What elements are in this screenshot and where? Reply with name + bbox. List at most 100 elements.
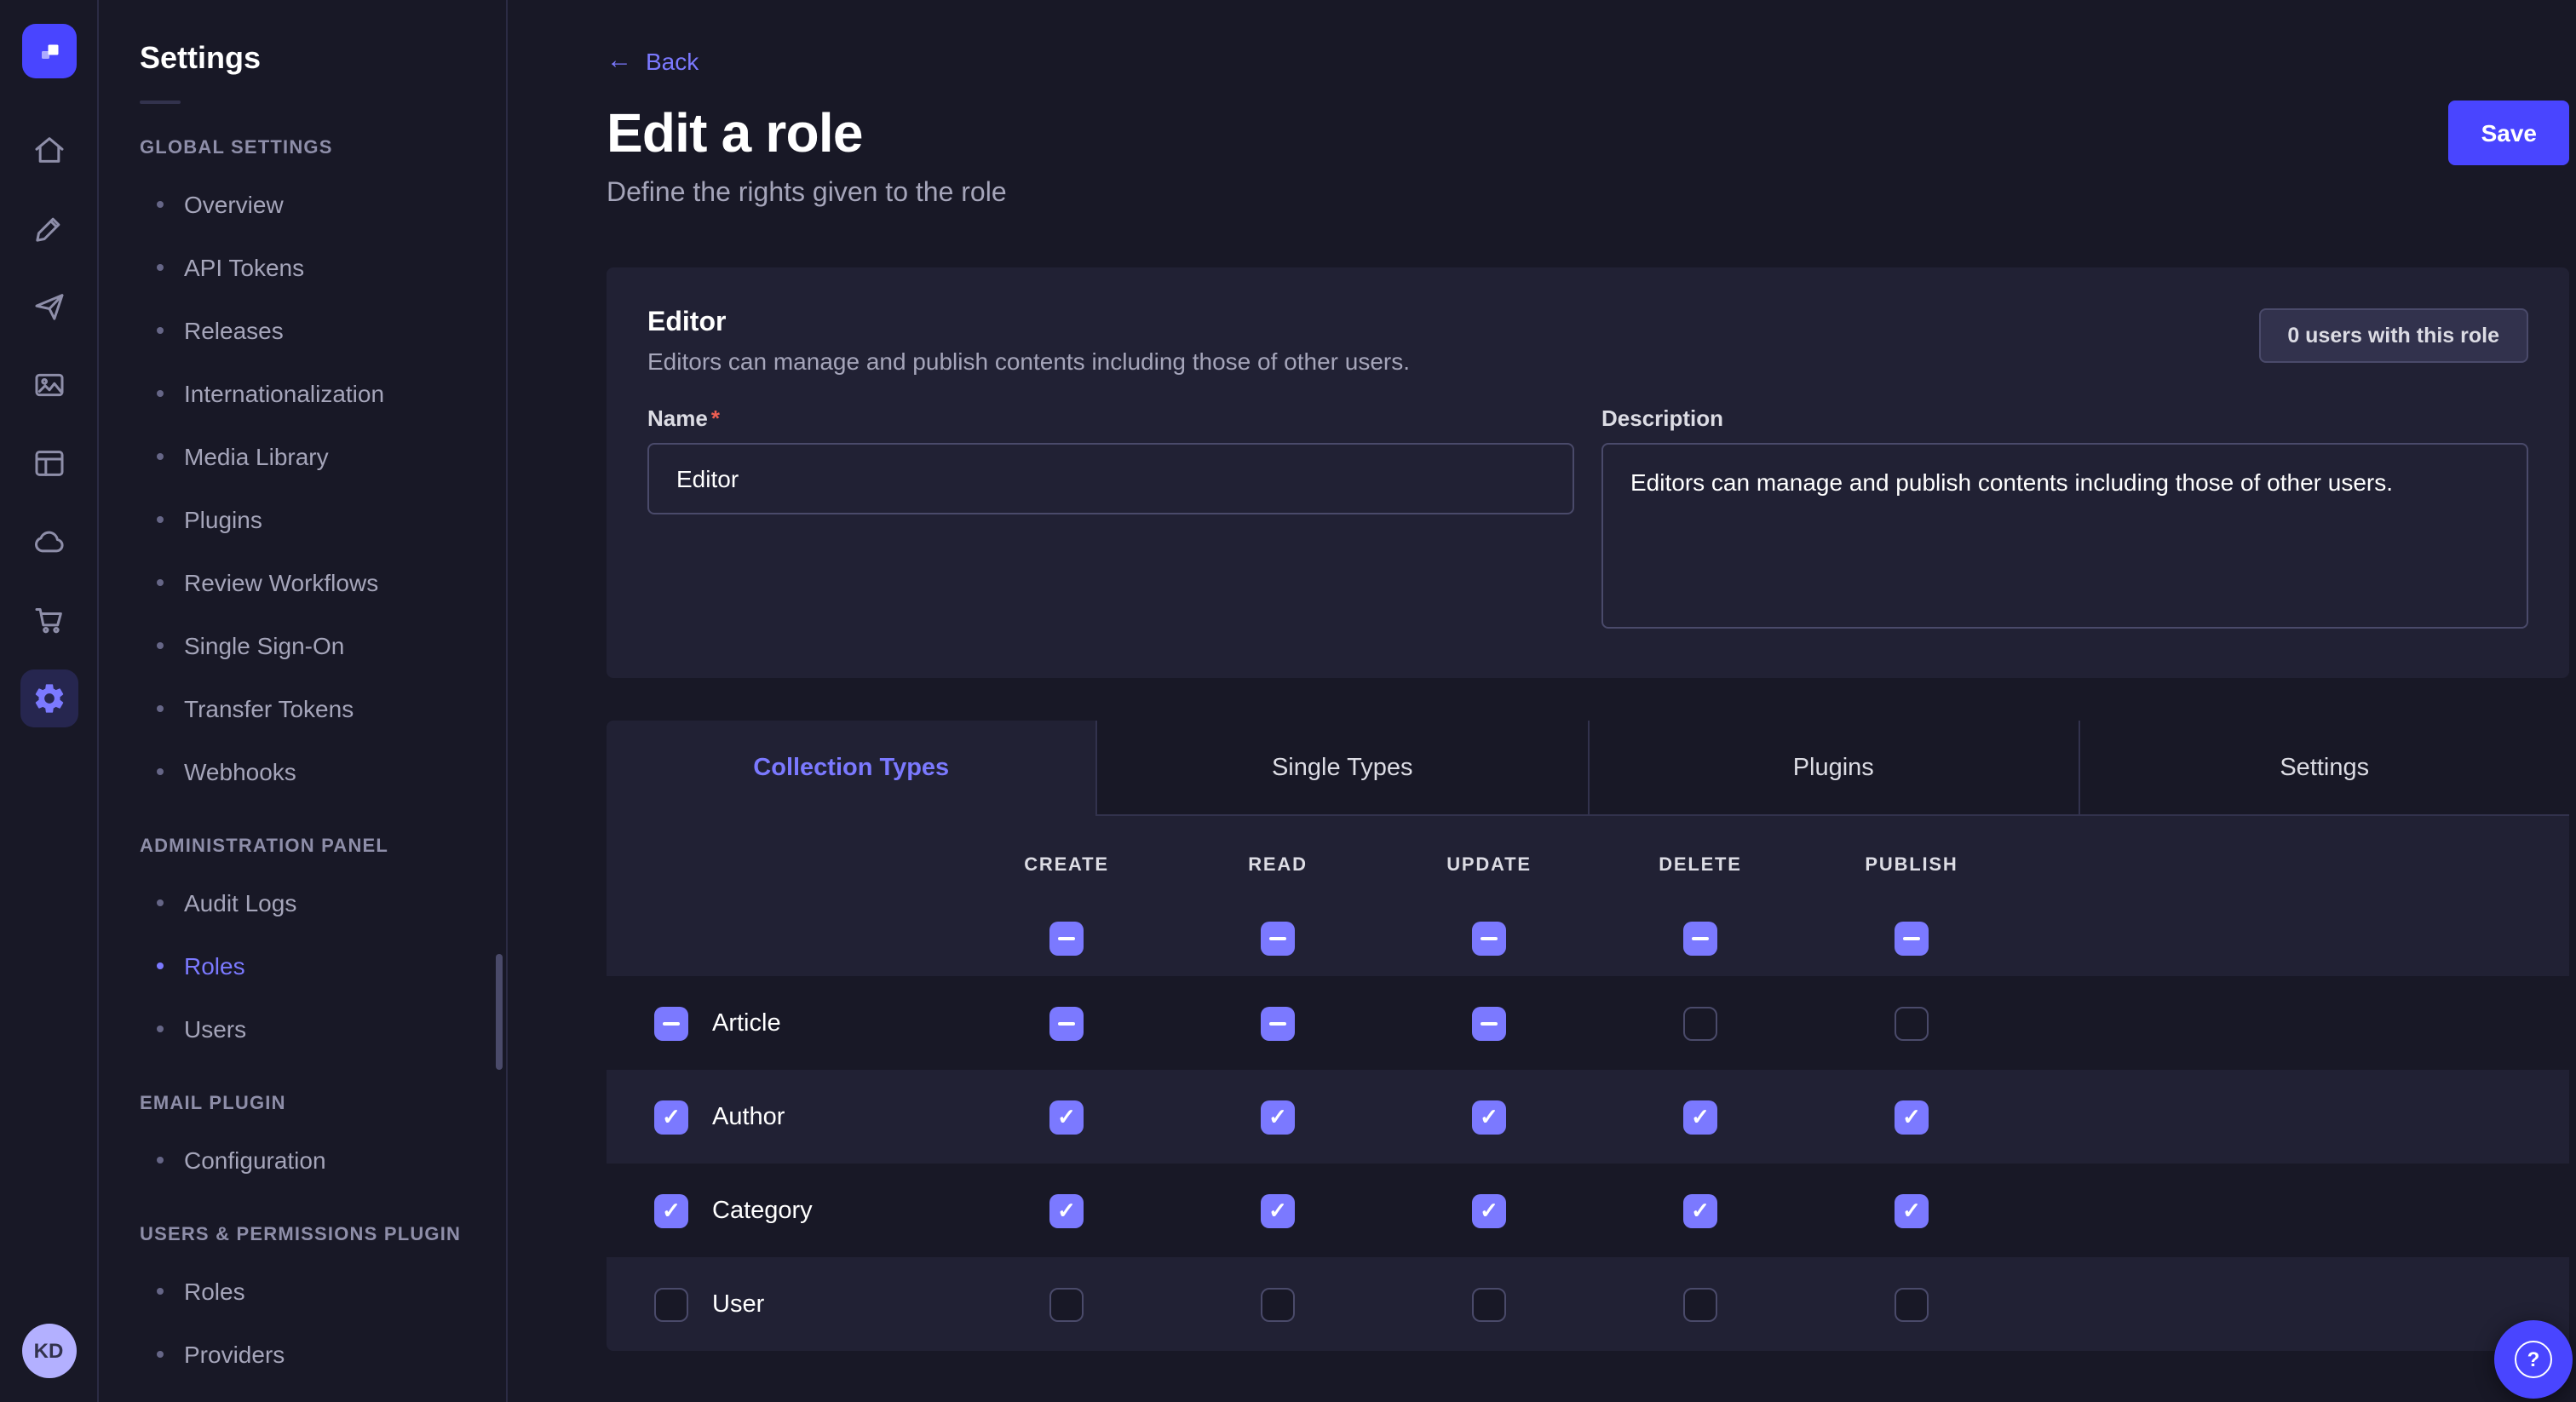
user-publish-checkbox[interactable] bbox=[1895, 1287, 1929, 1321]
sidebar-item-label: Transfer Tokens bbox=[184, 694, 354, 721]
tab-single-types[interactable]: Single Types bbox=[1096, 721, 1588, 816]
sidebar-item-overview[interactable]: Overview bbox=[99, 172, 506, 235]
sidebar-item-single-sign-on[interactable]: Single Sign-On bbox=[99, 613, 506, 676]
name-input[interactable] bbox=[647, 443, 1574, 514]
sidebar-item-plugins[interactable]: Plugins bbox=[99, 487, 506, 550]
user-delete-checkbox[interactable] bbox=[1683, 1287, 1717, 1321]
bullet-dot-icon bbox=[157, 1156, 164, 1163]
sidebar-item-internationalization[interactable]: Internationalization bbox=[99, 361, 506, 424]
home-icon[interactable] bbox=[20, 121, 78, 179]
settings-icon[interactable] bbox=[20, 669, 78, 727]
row-label-cell: Category bbox=[607, 1193, 961, 1227]
sidebar-item-label: Review Workflows bbox=[184, 568, 378, 595]
user-update-checkbox[interactable] bbox=[1472, 1287, 1506, 1321]
sidebar-item-roles[interactable]: Roles bbox=[99, 934, 506, 997]
description-input[interactable]: Editors can manage and publish contents … bbox=[1601, 443, 2528, 629]
column-header-create: CREATE bbox=[961, 855, 1172, 876]
required-asterisk: * bbox=[711, 405, 720, 431]
permissions-rows: ArticleAuthorCategoryUser bbox=[607, 976, 2569, 1351]
sidebar-scrollbar-thumb[interactable] bbox=[496, 954, 503, 1070]
bullet-dot-icon bbox=[157, 641, 164, 648]
row-checkbox-category[interactable] bbox=[654, 1193, 688, 1227]
sidebar-item-label: Releases bbox=[184, 316, 284, 343]
permissions-select-all-row bbox=[607, 901, 2569, 976]
sidebar-item-webhooks[interactable]: Webhooks bbox=[99, 739, 506, 802]
sidebar-item-configuration[interactable]: Configuration bbox=[99, 1128, 506, 1191]
sidebar-item-releases[interactable]: Releases bbox=[99, 298, 506, 361]
bullet-dot-icon bbox=[157, 452, 164, 459]
row-checkbox-article[interactable] bbox=[654, 1006, 688, 1040]
user-create-checkbox[interactable] bbox=[1049, 1287, 1084, 1321]
sidebar-item-api-tokens[interactable]: API Tokens bbox=[99, 235, 506, 298]
permission-cell bbox=[1595, 1193, 1806, 1227]
help-button[interactable]: ? bbox=[2494, 1320, 2573, 1399]
row-checkbox-author[interactable] bbox=[654, 1100, 688, 1134]
permission-cell bbox=[1595, 1006, 1806, 1040]
cloud-icon[interactable] bbox=[20, 513, 78, 571]
user-avatar[interactable]: KD bbox=[21, 1324, 76, 1378]
sidebar-item-providers[interactable]: Providers bbox=[99, 1322, 506, 1385]
permission-cell bbox=[1806, 1193, 2017, 1227]
select-all-create-checkbox[interactable] bbox=[1049, 922, 1084, 956]
back-label: Back bbox=[646, 47, 699, 74]
sidebar-item-transfer-tokens[interactable]: Transfer Tokens bbox=[99, 676, 506, 739]
title-row: Edit a role Save bbox=[607, 101, 2569, 165]
permission-cell bbox=[1172, 1193, 1383, 1227]
content-manager-icon[interactable] bbox=[20, 434, 78, 492]
tab-plugins[interactable]: Plugins bbox=[1587, 721, 2079, 816]
row-checkbox-user[interactable] bbox=[654, 1287, 688, 1321]
role-form: Name* Description Editors can manage and… bbox=[647, 405, 2528, 637]
article-delete-checkbox[interactable] bbox=[1683, 1006, 1717, 1040]
sidebar-item-users[interactable]: Users bbox=[99, 997, 506, 1060]
sidebar-item-label: Overview bbox=[184, 190, 284, 217]
article-publish-checkbox[interactable] bbox=[1895, 1006, 1929, 1040]
category-create-checkbox[interactable] bbox=[1049, 1193, 1084, 1227]
select-all-delete-checkbox[interactable] bbox=[1683, 922, 1717, 956]
category-delete-checkbox[interactable] bbox=[1683, 1193, 1717, 1227]
sidebar-item-audit-logs[interactable]: Audit Logs bbox=[99, 871, 506, 934]
role-card-header: Editor Editors can manage and publish co… bbox=[647, 308, 2528, 375]
tab-settings[interactable]: Settings bbox=[2079, 721, 2570, 816]
permission-cell bbox=[961, 1100, 1172, 1134]
media-library-icon[interactable] bbox=[20, 356, 78, 414]
marketplace-icon[interactable] bbox=[20, 591, 78, 649]
author-read-checkbox[interactable] bbox=[1261, 1100, 1295, 1134]
category-publish-checkbox[interactable] bbox=[1895, 1193, 1929, 1227]
tab-collection-types[interactable]: Collection Types bbox=[607, 721, 1096, 816]
users-count-badge: 0 users with this role bbox=[2258, 308, 2528, 363]
save-button[interactable]: Save bbox=[2449, 101, 2569, 165]
author-create-checkbox[interactable] bbox=[1049, 1100, 1084, 1134]
select-all-read-checkbox[interactable] bbox=[1261, 922, 1295, 956]
bullet-dot-icon bbox=[157, 704, 164, 711]
permission-cell bbox=[1383, 1287, 1595, 1321]
role-description-subheading: Editors can manage and publish contents … bbox=[647, 348, 1410, 375]
article-update-checkbox[interactable] bbox=[1472, 1006, 1506, 1040]
rail-icons bbox=[20, 121, 78, 727]
author-update-checkbox[interactable] bbox=[1472, 1100, 1506, 1134]
sidebar-item-roles[interactable]: Roles bbox=[99, 1259, 506, 1322]
page-root: KD Settings GLOBAL SETTINGSOverviewAPI T… bbox=[0, 0, 2576, 1402]
author-publish-checkbox[interactable] bbox=[1895, 1100, 1929, 1134]
select-all-update-checkbox[interactable] bbox=[1472, 922, 1506, 956]
sidebar-section-label: USERS & PERMISSIONS PLUGIN bbox=[99, 1225, 506, 1245]
permissions-column-headers: CREATEREADUPDATEDELETEPUBLISH bbox=[607, 816, 2569, 901]
sidebar-item-review-workflows[interactable]: Review Workflows bbox=[99, 550, 506, 613]
sidebar-item-media-library[interactable]: Media Library bbox=[99, 424, 506, 487]
select-all-publish-checkbox[interactable] bbox=[1895, 922, 1929, 956]
deploy-icon[interactable] bbox=[20, 278, 78, 336]
content-type-builder-icon[interactable] bbox=[20, 199, 78, 257]
article-read-checkbox[interactable] bbox=[1261, 1006, 1295, 1040]
back-link[interactable]: ← Back bbox=[607, 47, 699, 74]
category-update-checkbox[interactable] bbox=[1472, 1193, 1506, 1227]
author-delete-checkbox[interactable] bbox=[1683, 1100, 1717, 1134]
strapi-logo[interactable] bbox=[21, 24, 76, 78]
sidebar-item-label: Audit Logs bbox=[184, 888, 296, 916]
article-create-checkbox[interactable] bbox=[1049, 1006, 1084, 1040]
column-header-delete: DELETE bbox=[1595, 855, 1806, 876]
user-read-checkbox[interactable] bbox=[1261, 1287, 1295, 1321]
category-read-checkbox[interactable] bbox=[1261, 1193, 1295, 1227]
content-type-label: User bbox=[712, 1290, 764, 1318]
sidebar-section: EMAIL PLUGINConfiguration bbox=[99, 1094, 506, 1191]
sidebar-item-label: Configuration bbox=[184, 1146, 326, 1173]
bullet-dot-icon bbox=[157, 200, 164, 207]
